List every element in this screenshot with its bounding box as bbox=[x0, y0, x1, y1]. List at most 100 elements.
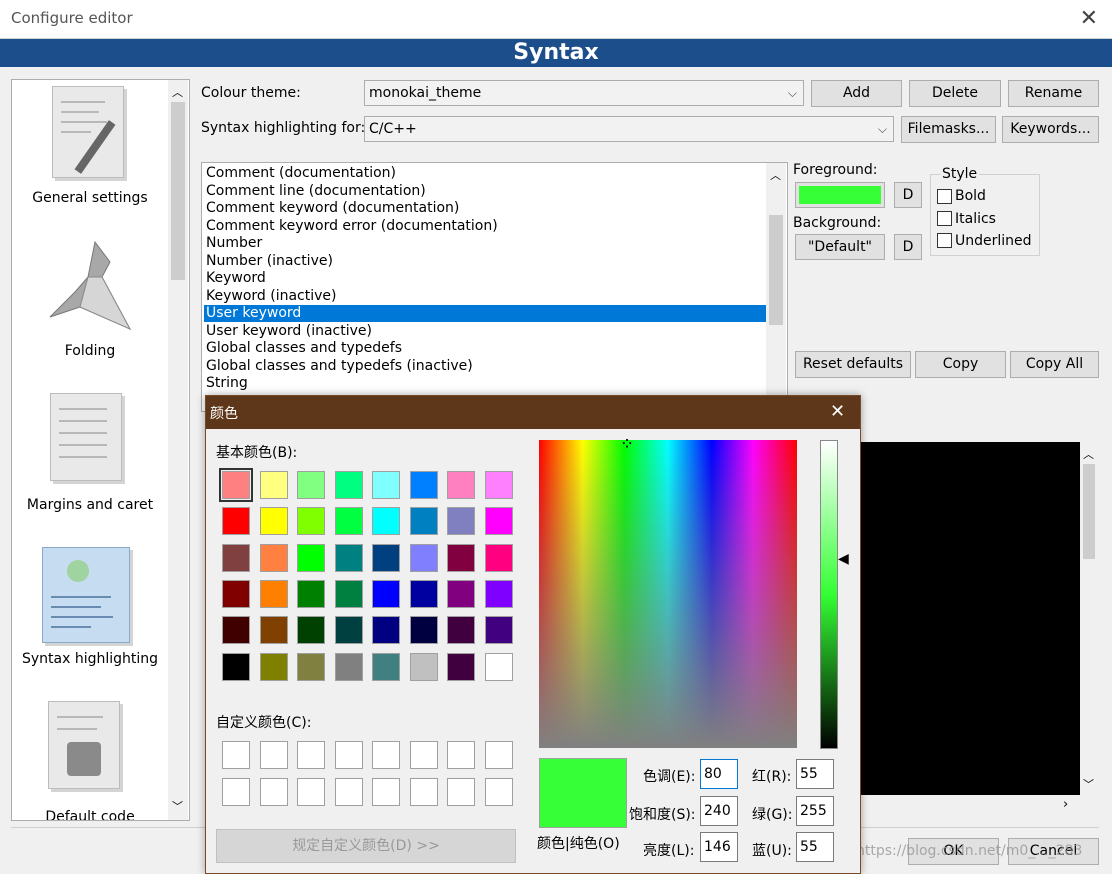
basic-color-swatch[interactable] bbox=[222, 652, 250, 681]
basic-color-swatch[interactable] bbox=[409, 652, 438, 681]
scroll-down-icon[interactable]: ﹀ bbox=[172, 798, 183, 814]
basic-color-swatch[interactable] bbox=[297, 471, 325, 499]
scroll-thumb[interactable] bbox=[769, 215, 783, 325]
add-button[interactable]: Add bbox=[811, 80, 902, 107]
basic-color-swatch[interactable] bbox=[222, 543, 250, 572]
custom-color-swatch[interactable] bbox=[259, 741, 288, 769]
define-custom-colors-button[interactable]: 规定自定义颜色(D) >> bbox=[216, 829, 516, 863]
saturation-input[interactable]: 240 bbox=[700, 796, 738, 826]
basic-color-swatch[interactable] bbox=[259, 507, 288, 536]
custom-color-swatch[interactable] bbox=[297, 778, 325, 806]
basic-color-swatch[interactable] bbox=[334, 507, 363, 536]
custom-color-swatch[interactable] bbox=[447, 778, 475, 806]
italics-checkbox[interactable] bbox=[937, 211, 952, 226]
basic-color-swatch[interactable] bbox=[372, 652, 400, 681]
scroll-thumb[interactable] bbox=[171, 102, 185, 280]
color-spectrum[interactable]: ⁘ bbox=[539, 438, 797, 748]
basic-color-swatch[interactable] bbox=[222, 507, 250, 536]
style-list-item[interactable]: Comment (documentation) bbox=[206, 165, 396, 182]
basic-color-swatch[interactable] bbox=[334, 652, 363, 681]
basic-color-swatch[interactable] bbox=[409, 471, 438, 499]
scroll-up-icon[interactable]: ︿ bbox=[172, 84, 183, 100]
sidebar-item-margins-and-caret[interactable]: Margins and caret bbox=[12, 389, 168, 519]
basic-color-swatch[interactable] bbox=[219, 468, 253, 502]
style-list-item[interactable]: Comment line (documentation) bbox=[206, 183, 426, 200]
luminosity-arrow-icon[interactable]: ◀ bbox=[838, 551, 849, 567]
basic-color-swatch[interactable] bbox=[409, 579, 438, 608]
basic-color-swatch[interactable] bbox=[259, 471, 288, 499]
basic-color-swatch[interactable] bbox=[297, 543, 325, 572]
colour-theme-select[interactable]: monokai_theme ⌵ bbox=[364, 80, 804, 106]
sidebar-scrollbar[interactable]: ︿ ﹀ bbox=[168, 80, 188, 820]
basic-color-swatch[interactable] bbox=[484, 616, 513, 645]
basic-color-swatch[interactable] bbox=[297, 652, 325, 681]
basic-color-swatch[interactable] bbox=[259, 579, 288, 608]
basic-color-swatch[interactable] bbox=[372, 579, 400, 608]
preview-hscrollbar[interactable]: › bbox=[858, 795, 1098, 817]
basic-color-swatch[interactable] bbox=[259, 543, 288, 572]
preview-scrollbar[interactable]: ︿ ﹀ bbox=[1080, 442, 1098, 795]
basic-color-swatch[interactable] bbox=[259, 652, 288, 681]
style-list-item[interactable]: User keyword (inactive) bbox=[206, 323, 372, 340]
basic-color-swatch[interactable] bbox=[334, 471, 363, 499]
scroll-right-icon[interactable]: › bbox=[1063, 797, 1068, 812]
style-list-item[interactable]: Number bbox=[206, 235, 262, 252]
style-list-item[interactable]: String bbox=[206, 375, 248, 392]
blue-input[interactable]: 55 bbox=[796, 832, 834, 862]
scroll-thumb[interactable] bbox=[1083, 464, 1095, 559]
basic-color-swatch[interactable] bbox=[372, 616, 400, 645]
basic-color-swatch[interactable] bbox=[484, 543, 513, 572]
style-list-item[interactable]: User keyword bbox=[204, 305, 768, 322]
close-icon[interactable]: ✕ bbox=[1080, 6, 1098, 31]
delete-button[interactable]: Delete bbox=[909, 80, 1001, 107]
custom-color-swatch[interactable] bbox=[297, 741, 325, 769]
style-list[interactable]: Comment (documentation) Comment line (doc… bbox=[201, 162, 788, 412]
basic-color-swatch[interactable] bbox=[409, 616, 438, 645]
custom-color-swatch[interactable] bbox=[484, 741, 513, 769]
basic-color-swatch[interactable] bbox=[447, 616, 475, 645]
syntax-language-select[interactable]: C/C++ ⌵ bbox=[364, 116, 894, 142]
basic-color-swatch[interactable] bbox=[447, 652, 475, 681]
style-list-item[interactable]: Global classes and typedefs bbox=[206, 340, 402, 357]
basic-color-swatch[interactable] bbox=[222, 616, 250, 645]
basic-color-swatch[interactable] bbox=[222, 579, 250, 608]
custom-color-swatch[interactable] bbox=[222, 741, 250, 769]
scroll-up-icon[interactable]: ︿ bbox=[1083, 446, 1094, 462]
red-input[interactable]: 55 bbox=[796, 759, 834, 789]
filemasks-button[interactable]: Filemasks... bbox=[901, 116, 996, 143]
style-list-item[interactable]: Comment keyword (documentation) bbox=[206, 200, 459, 217]
custom-color-swatch[interactable] bbox=[334, 741, 363, 769]
basic-color-swatch[interactable] bbox=[334, 543, 363, 572]
rename-button[interactable]: Rename bbox=[1008, 80, 1099, 107]
basic-color-swatch[interactable] bbox=[447, 507, 475, 536]
copy-all-button[interactable]: Copy All bbox=[1010, 351, 1099, 378]
hue-input[interactable]: 80 bbox=[700, 759, 738, 789]
basic-color-swatch[interactable] bbox=[259, 616, 288, 645]
custom-color-swatch[interactable] bbox=[484, 778, 513, 806]
sidebar-item-general-settings[interactable]: General settings bbox=[12, 82, 168, 212]
basic-color-swatch[interactable] bbox=[372, 471, 400, 499]
basic-color-swatch[interactable] bbox=[447, 579, 475, 608]
basic-color-swatch[interactable] bbox=[484, 652, 513, 681]
style-list-item[interactable]: Comment keyword error (documentation) bbox=[206, 218, 498, 235]
scroll-down-icon[interactable]: ﹀ bbox=[1083, 776, 1094, 792]
custom-color-swatch[interactable] bbox=[372, 778, 400, 806]
basic-color-swatch[interactable] bbox=[409, 507, 438, 536]
scroll-up-icon[interactable]: ︿ bbox=[770, 167, 781, 183]
basic-color-swatch[interactable] bbox=[297, 579, 325, 608]
basic-color-swatch[interactable] bbox=[372, 543, 400, 572]
style-list-item[interactable]: Number (inactive) bbox=[206, 253, 333, 270]
background-color-button[interactable]: "Default" bbox=[795, 234, 885, 260]
bold-checkbox[interactable] bbox=[937, 189, 952, 204]
custom-color-swatch[interactable] bbox=[334, 778, 363, 806]
custom-color-swatch[interactable] bbox=[259, 778, 288, 806]
reset-defaults-button[interactable]: Reset defaults bbox=[795, 351, 911, 378]
basic-color-swatch[interactable] bbox=[372, 507, 400, 536]
foreground-color-button[interactable] bbox=[795, 182, 885, 208]
style-list-item[interactable]: Global classes and typedefs (inactive) bbox=[206, 358, 473, 375]
foreground-default-button[interactable]: D bbox=[894, 182, 922, 208]
luminosity-input[interactable]: 146 bbox=[700, 832, 738, 862]
basic-color-swatch[interactable] bbox=[447, 543, 475, 572]
sidebar-item-folding[interactable]: Folding bbox=[12, 235, 168, 365]
basic-color-swatch[interactable] bbox=[484, 579, 513, 608]
